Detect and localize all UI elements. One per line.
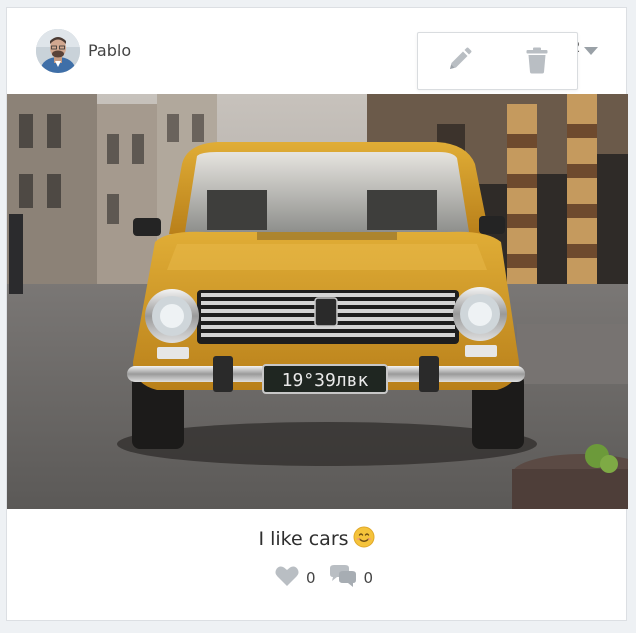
license-plate: 19°39лвк xyxy=(282,370,369,391)
trash-icon xyxy=(526,47,548,74)
post-card: Pablo 2 xyxy=(6,7,628,621)
comments-icon xyxy=(329,565,356,587)
post-stats: 0 0 xyxy=(274,565,385,591)
edit-post-button[interactable] xyxy=(444,45,474,75)
chevron-down-icon xyxy=(584,47,598,55)
post-image[interactable]: 19°39лвк xyxy=(7,94,628,509)
user-avatar-icon xyxy=(36,29,80,73)
caption-text: I like cars xyxy=(258,528,349,550)
likes-count: 0 xyxy=(306,569,316,587)
author-name[interactable]: Pablo xyxy=(88,41,131,60)
yellow-car-photo: 19°39лвк xyxy=(7,94,628,509)
smiley-emoji-icon xyxy=(353,526,375,553)
comments-button[interactable] xyxy=(328,564,358,592)
delete-post-button[interactable] xyxy=(522,45,552,75)
post-actions-popover xyxy=(417,32,578,90)
like-button[interactable] xyxy=(274,564,300,592)
post-header: Pablo 2 xyxy=(7,8,626,94)
post-caption: I like cars xyxy=(7,526,626,553)
comments-count: 0 xyxy=(363,569,374,587)
author-avatar[interactable] xyxy=(36,29,80,73)
heart-icon xyxy=(275,566,299,586)
post-options-menu[interactable]: 2 xyxy=(571,34,601,56)
pencil-icon xyxy=(450,47,472,69)
